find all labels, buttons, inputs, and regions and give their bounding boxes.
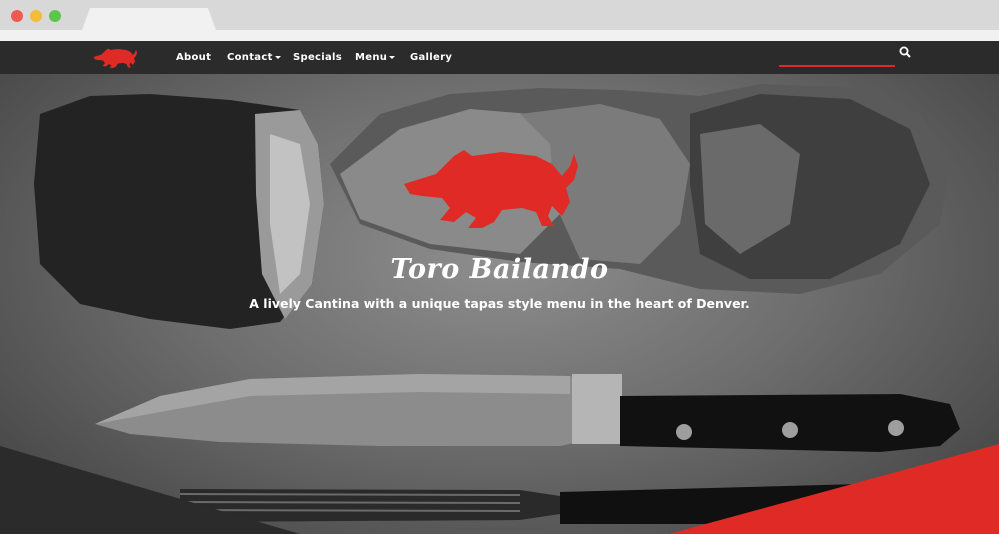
browser-chrome bbox=[0, 0, 999, 41]
chevron-down-icon bbox=[274, 55, 281, 59]
nav-gallery[interactable]: Gallery bbox=[410, 52, 452, 63]
minimize-window-button[interactable] bbox=[30, 10, 42, 22]
bull-logo-icon[interactable] bbox=[93, 46, 139, 70]
maximize-window-button[interactable] bbox=[49, 10, 61, 22]
nav-specials[interactable]: Specials bbox=[293, 52, 342, 63]
decorative-dark-corner bbox=[0, 446, 300, 534]
nav-contact[interactable]: Contact bbox=[227, 52, 281, 63]
hero-section: Toro Bailando A lively Cantina with a un… bbox=[0, 74, 999, 534]
site-nav: About Contact Specials Menu Gallery bbox=[0, 41, 999, 74]
search-icon[interactable] bbox=[898, 45, 912, 59]
hero-title: Toro Bailando bbox=[390, 254, 609, 285]
nav-about[interactable]: About bbox=[176, 52, 211, 63]
browser-toolbar bbox=[0, 30, 999, 41]
close-window-button[interactable] bbox=[11, 10, 23, 22]
nav-menu[interactable]: Menu bbox=[355, 52, 396, 63]
search-input[interactable] bbox=[779, 65, 895, 67]
hero-subtitle: A lively Cantina with a unique tapas sty… bbox=[249, 296, 750, 311]
chevron-down-icon bbox=[389, 55, 396, 59]
bull-logo-icon bbox=[404, 150, 578, 228]
browser-tab[interactable] bbox=[82, 8, 216, 30]
decorative-red-corner bbox=[669, 444, 999, 534]
